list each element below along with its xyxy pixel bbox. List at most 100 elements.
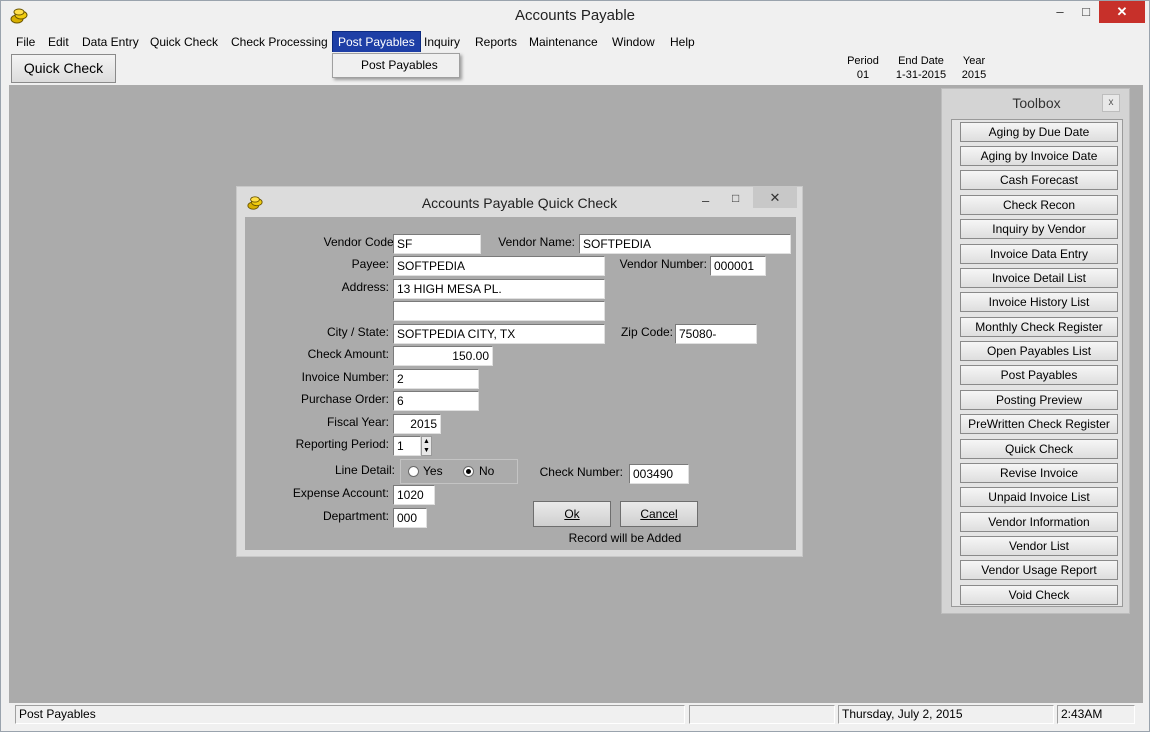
dialog-maximize-button[interactable]: □: [732, 191, 739, 205]
period-value: 01: [856, 69, 870, 81]
payee-label: Payee:: [351, 257, 389, 271]
check-amount-label: Check Amount:: [307, 347, 389, 361]
menu-quick-check[interactable]: Quick Check: [145, 32, 223, 52]
expense-account-field[interactable]: 1020: [393, 485, 435, 505]
line-detail-yes-radio[interactable]: [408, 466, 419, 477]
vendor-code-field[interactable]: SF: [393, 234, 481, 254]
vendor-name-label: Vendor Name:: [498, 235, 575, 249]
toolbox-item-void-check[interactable]: Void Check: [960, 585, 1118, 605]
toolbox-item-invoice-detail-list[interactable]: Invoice Detail List: [960, 268, 1118, 288]
record-status-message: Record will be Added: [568, 531, 682, 545]
window-title: Accounts Payable: [514, 7, 636, 24]
vendor-number-label: Vendor Number:: [619, 257, 707, 271]
purchase-order-label: Purchase Order:: [300, 392, 389, 406]
toolbox-item-check-recon[interactable]: Check Recon: [960, 195, 1118, 215]
menu-check-processing[interactable]: Check Processing: [226, 32, 333, 52]
menu-maintenance[interactable]: Maintenance: [524, 32, 603, 52]
end-date-label: End Date: [898, 55, 944, 67]
menu-post-payables[interactable]: Post Payables: [332, 31, 421, 53]
close-button[interactable]: ✕: [1099, 1, 1145, 23]
reporting-period-spinner[interactable]: ▲ ▼: [421, 436, 432, 456]
address-line1-field[interactable]: 13 HIGH MESA PL.: [393, 279, 605, 299]
line-detail-label: Line Detail:: [334, 463, 395, 477]
toolbox-item-inquiry-by-vendor[interactable]: Inquiry by Vendor: [960, 219, 1118, 239]
spin-up-icon[interactable]: ▲: [422, 437, 431, 446]
invoice-number-label: Invoice Number:: [301, 370, 389, 384]
toolbox-item-prewritten-check-register[interactable]: PreWritten Check Register: [960, 414, 1118, 434]
vendor-name-field[interactable]: SOFTPEDIA: [579, 234, 791, 254]
toolbox-item-invoice-data-entry[interactable]: Invoice Data Entry: [960, 244, 1118, 264]
toolbox-item-unpaid-invoice-list[interactable]: Unpaid Invoice List: [960, 487, 1118, 507]
quick-check-dialog: Accounts Payable Quick Check – □ ✕ Vendo…: [236, 186, 803, 557]
invoice-number-field[interactable]: 2: [393, 369, 479, 389]
city-state-label: City / State:: [326, 325, 389, 339]
end-date-value: 1-31-2015: [895, 69, 947, 81]
toolbox-item-vendor-usage-report[interactable]: Vendor Usage Report: [960, 560, 1118, 580]
check-amount-field[interactable]: 150.00: [393, 346, 493, 366]
toolbox-item-cash-forecast[interactable]: Cash Forecast: [960, 170, 1118, 190]
toolbox-item-revise-invoice[interactable]: Revise Invoice: [960, 463, 1118, 483]
toolbox-item-aging-by-invoice-date[interactable]: Aging by Invoice Date: [960, 146, 1118, 166]
cancel-button[interactable]: Cancel: [620, 501, 698, 527]
dialog-title-bar: Accounts Payable Quick Check – □ ✕: [237, 187, 802, 217]
period-label: Period: [847, 55, 879, 67]
toolbox-list: Aging by Due Date Aging by Invoice Date …: [951, 119, 1123, 607]
expense-account-label: Expense Account:: [292, 486, 389, 500]
toolbox-item-quick-check[interactable]: Quick Check: [960, 439, 1118, 459]
menu-window[interactable]: Window: [607, 32, 660, 52]
toolbox-item-aging-by-due-date[interactable]: Aging by Due Date: [960, 122, 1118, 142]
vendor-code-label: Vendor Code:: [323, 235, 397, 249]
status-message: Post Payables: [15, 705, 685, 724]
menu-data-entry[interactable]: Data Entry: [77, 32, 144, 52]
vendor-number-field[interactable]: 000001: [710, 256, 766, 276]
address-label: Address:: [341, 280, 389, 294]
dialog-title: Accounts Payable Quick Check: [421, 195, 618, 211]
dialog-close-button[interactable]: ✕: [753, 187, 797, 208]
end-date-display: End Date 1-31-2015: [889, 54, 953, 82]
check-number-field[interactable]: 003490: [629, 464, 689, 484]
reporting-period-field[interactable]: 1: [393, 436, 421, 456]
menu-reports[interactable]: Reports: [470, 32, 522, 52]
menu-bar: File Edit Data Entry Quick Check Check P…: [9, 31, 1143, 53]
ok-button[interactable]: Ok: [533, 501, 611, 527]
year-label: Year: [962, 55, 986, 67]
toolbox-item-open-payables-list[interactable]: Open Payables List: [960, 341, 1118, 361]
spin-down-icon[interactable]: ▼: [422, 446, 431, 455]
quick-check-button[interactable]: Quick Check: [11, 54, 116, 83]
main-window: Accounts Payable – □ ✕ File Edit Data En…: [0, 0, 1150, 732]
zip-code-field[interactable]: 75080-: [675, 324, 757, 344]
toolbox-panel: Toolbox x Aging by Due Date Aging by Inv…: [941, 88, 1130, 614]
status-time: 2:43AM: [1057, 705, 1135, 724]
dropdown-item-post-payables[interactable]: Post Payables: [361, 58, 438, 72]
menu-file[interactable]: File: [11, 32, 40, 52]
line-detail-yes-label: Yes: [423, 464, 443, 478]
line-detail-radio-group: Yes No: [400, 459, 518, 484]
line-detail-no-label: No: [479, 464, 495, 478]
toolbox-item-invoice-history-list[interactable]: Invoice History List: [960, 292, 1118, 312]
payee-field[interactable]: SOFTPEDIA: [393, 256, 605, 276]
toolbox-item-post-payables[interactable]: Post Payables: [960, 365, 1118, 385]
toolbox-item-vendor-information[interactable]: Vendor Information: [960, 512, 1118, 532]
menu-inquiry[interactable]: Inquiry: [419, 32, 465, 52]
line-detail-no-radio[interactable]: [463, 466, 474, 477]
menu-edit[interactable]: Edit: [43, 32, 74, 52]
dialog-minimize-button[interactable]: –: [702, 193, 709, 208]
department-label: Department:: [322, 509, 389, 523]
purchase-order-field[interactable]: 6: [393, 391, 479, 411]
city-state-field[interactable]: SOFTPEDIA CITY, TX: [393, 324, 605, 344]
status-cell-empty: [689, 705, 835, 724]
toolbar: Quick Check Period 01 End Date 1-31-2015…: [9, 52, 1143, 85]
zip-code-label: Zip Code:: [620, 325, 673, 339]
toolbox-item-posting-preview[interactable]: Posting Preview: [960, 390, 1118, 410]
address-line2-field[interactable]: [393, 301, 605, 321]
department-field[interactable]: 000: [393, 508, 427, 528]
toolbox-close-button[interactable]: x: [1102, 94, 1120, 112]
toolbox-item-vendor-list[interactable]: Vendor List: [960, 536, 1118, 556]
year-value: 2015: [961, 69, 987, 81]
maximize-button[interactable]: □: [1071, 1, 1101, 23]
status-date: Thursday, July 2, 2015: [838, 705, 1054, 724]
toolbox-item-monthly-check-register[interactable]: Monthly Check Register: [960, 317, 1118, 337]
reporting-period-label: Reporting Period:: [295, 437, 389, 451]
fiscal-year-field[interactable]: 2015: [393, 414, 441, 434]
menu-help[interactable]: Help: [665, 32, 700, 52]
